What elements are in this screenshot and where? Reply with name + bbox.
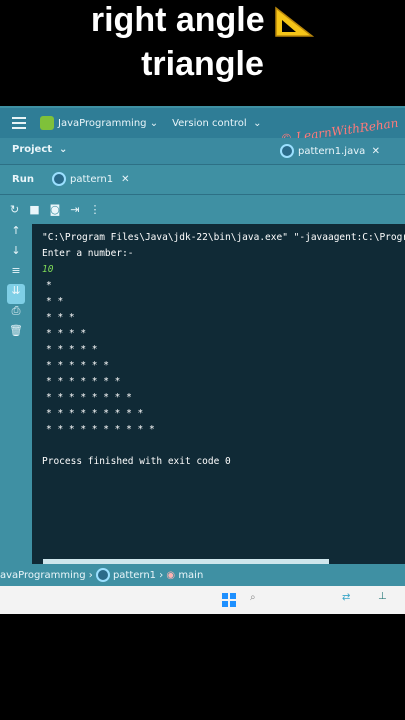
console-input: 10: [42, 264, 54, 275]
trash-icon[interactable]: 🗑: [0, 324, 32, 344]
project-badge-icon: [40, 116, 54, 130]
rerun-icon[interactable]: ↻: [10, 203, 19, 216]
run-label: Run: [12, 174, 34, 185]
run-sidebar: ↑ ↓ ≡ ⇊ ⎙ 🗑: [0, 224, 32, 564]
pattern-row: * * * * * * *: [46, 376, 121, 387]
close-icon[interactable]: ✕: [121, 174, 129, 185]
run-tab-label: pattern1: [70, 173, 114, 185]
project-name: JavaProgramming: [58, 117, 147, 129]
pattern-row: * * * *: [46, 328, 87, 339]
breadcrumb-method[interactable]: main: [178, 570, 203, 581]
project-panel-toggle[interactable]: Project ⌄: [12, 144, 67, 155]
scroll-up-icon[interactable]: ↑: [0, 224, 32, 244]
soft-wrap-icon[interactable]: ≡: [0, 264, 32, 284]
version-control-label: Version control: [172, 117, 247, 129]
java-class-icon: [280, 144, 294, 158]
triangle-ruler-icon: [275, 6, 315, 37]
title-text-1: right angle: [90, 1, 265, 39]
exit-icon[interactable]: ⇥: [70, 203, 79, 216]
editor-tab-pattern1[interactable]: pattern1.java ✕: [272, 138, 405, 164]
console-prompt: Enter a number:-: [42, 248, 134, 259]
project-label: Project: [12, 144, 53, 155]
breadcrumb: avaProgramming › pattern1 › ◉ main: [0, 564, 405, 586]
os-taskbar: ⌕ ⇄ ⊥: [0, 586, 405, 614]
breadcrumb-class[interactable]: pattern1: [113, 570, 156, 581]
ide-window: JavaProgramming ⌄ Version control ⌄ © Le…: [0, 106, 405, 614]
chevron-down-icon: ⌄: [55, 144, 68, 155]
run-toolbar: ↻ ■ ◙ ⇥ ⋮: [0, 196, 405, 222]
pattern-row: *: [46, 280, 52, 291]
version-control-menu[interactable]: Version control ⌄: [172, 118, 261, 129]
close-icon[interactable]: ✕: [365, 146, 380, 157]
pattern-row: * * * * *: [46, 344, 98, 355]
pattern-row: * * * * * *: [46, 360, 109, 371]
hamburger-menu-icon[interactable]: [12, 114, 26, 132]
java-class-icon: [52, 172, 66, 186]
print-icon[interactable]: ⎙: [0, 304, 32, 324]
scroll-to-end-icon[interactable]: ⇊: [7, 284, 25, 304]
run-tab-pattern1[interactable]: pattern1 ✕: [52, 172, 130, 186]
scroll-down-icon[interactable]: ↓: [0, 244, 32, 264]
console-exit-message: Process finished with exit code 0: [42, 456, 231, 467]
java-class-icon: [95, 568, 110, 582]
project-selector[interactable]: JavaProgramming ⌄: [40, 116, 158, 130]
chevron-down-icon: ⌄: [249, 117, 262, 129]
stop-icon[interactable]: ■: [29, 203, 39, 216]
camera-icon[interactable]: ◙: [50, 203, 61, 216]
windows-start-icon[interactable]: [222, 593, 236, 607]
main-toolbar: JavaProgramming ⌄ Version control ⌄ © Le…: [0, 108, 405, 146]
tray-status-icon[interactable]: ⊥: [378, 591, 387, 602]
project-panel-header: Project ⌄ pattern1.java ✕: [0, 138, 405, 165]
more-options-icon[interactable]: ⋮: [90, 203, 101, 216]
pattern-row: * * *: [46, 312, 75, 323]
run-tool-header: Run pattern1 ✕: [0, 166, 405, 195]
pattern-row: * *: [46, 296, 64, 307]
method-icon: ◉: [166, 569, 179, 581]
breadcrumb-project[interactable]: avaProgramming: [0, 570, 86, 581]
system-tray-icon[interactable]: ⇄: [342, 592, 350, 603]
pattern-row: * * * * * * * *: [46, 392, 132, 403]
title-line-2: triangle: [141, 45, 264, 83]
chevron-right-icon: ›: [85, 569, 96, 581]
chevron-right-icon: ›: [156, 569, 167, 581]
title-line-1: right angle: [0, 0, 405, 40]
chevron-down-icon: ⌄: [146, 117, 159, 129]
pattern-row: * * * * * * * * * *: [46, 424, 155, 435]
editor-tab-label: pattern1.java: [298, 145, 366, 157]
pattern-row: * * * * * * * * *: [46, 408, 144, 419]
console-output[interactable]: "C:\Program Files\Java\jdk-22\bin\java.e…: [32, 224, 405, 570]
search-icon[interactable]: ⌕: [250, 592, 256, 603]
console-command: "C:\Program Files\Java\jdk-22\bin\java.e…: [42, 232, 405, 243]
